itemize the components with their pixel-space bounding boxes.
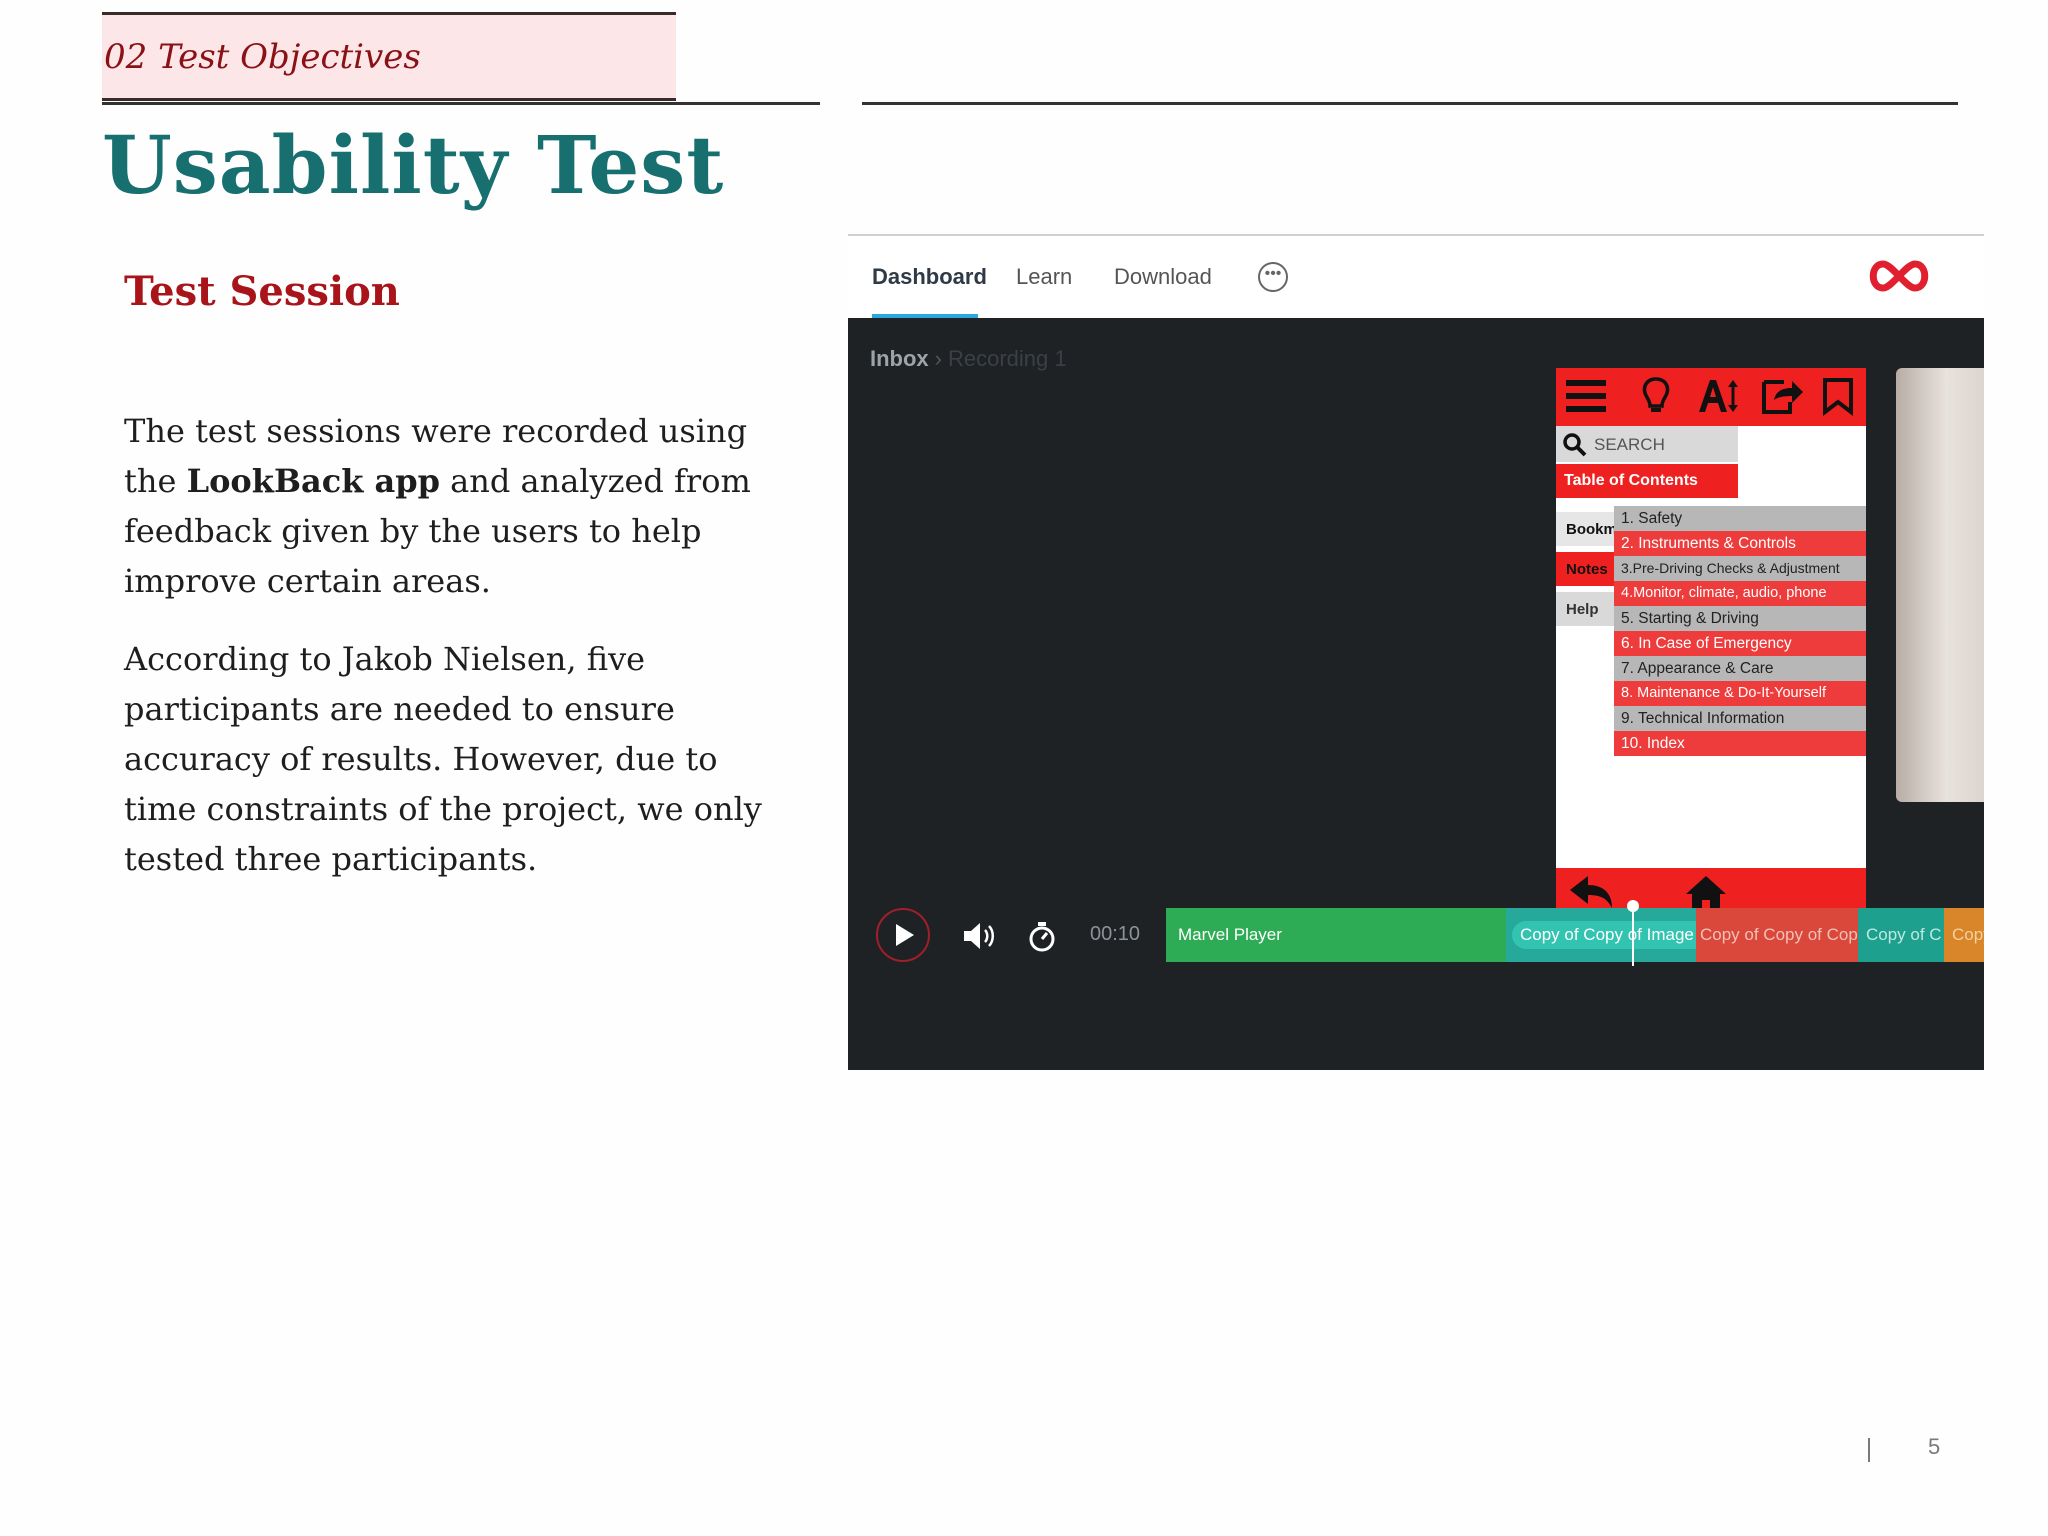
search-input[interactable]: SEARCH: [1556, 426, 1738, 462]
play-icon: [896, 924, 914, 946]
list-item[interactable]: 1. Safety: [1614, 506, 1866, 531]
back-arrow-icon[interactable]: [1566, 874, 1616, 910]
divider: [102, 102, 820, 105]
lookback-screenshot: Dashboard Learn Download ••• Inbox › Recor…: [848, 234, 1984, 1070]
side-tab-notes[interactable]: Notes: [1556, 552, 1614, 586]
top-nav: Dashboard Learn Download •••: [848, 236, 1984, 318]
list-item[interactable]: 5. Starting & Driving: [1614, 606, 1866, 631]
phone-mockup: SEARCH Table of Contents Bookmarks Notes…: [1556, 368, 1866, 916]
tab-dashboard[interactable]: Dashboard: [872, 264, 987, 290]
side-tab-label: Notes: [1566, 561, 1608, 578]
divider: [1868, 1438, 1870, 1462]
list-item[interactable]: 9. Technical Information: [1614, 706, 1866, 731]
divider: [862, 102, 1958, 105]
paragraph-1: The test sessions were recorded using th…: [124, 406, 784, 606]
toc-menu: 1. Safety 2. Instruments & Controls 3.Pr…: [1614, 506, 1866, 756]
chevron-right-icon: ›: [934, 346, 942, 371]
lookback-logo-icon: [1869, 260, 1929, 292]
play-button[interactable]: [876, 908, 930, 962]
participant-camera-feed: [1896, 368, 1984, 802]
side-tab-help[interactable]: Help: [1556, 592, 1614, 626]
section-tab: 02 Test Objectives: [102, 12, 676, 98]
section-label: 02 Test Objectives: [104, 37, 421, 77]
playback-time: 00:10: [1090, 923, 1141, 945]
timeline-segment[interactable]: Copy of C: [1858, 908, 1944, 962]
playhead[interactable]: [1632, 904, 1634, 966]
list-item[interactable]: 2. Instruments & Controls: [1614, 531, 1866, 556]
timeline-segment[interactable]: Copy of Copy of Copy of C: [1696, 908, 1858, 962]
breadcrumb: Inbox › Recording 1: [870, 346, 1067, 372]
hamburger-menu-icon[interactable]: [1564, 376, 1608, 416]
phone-toolbar: [1556, 368, 1866, 426]
active-tab-indicator: [872, 314, 978, 318]
share-icon[interactable]: [1760, 376, 1804, 416]
app-name: LookBack app: [186, 462, 440, 500]
side-tab-label: Bookmarks: [1566, 521, 1614, 538]
list-item[interactable]: 6. In Case of Emergency: [1614, 631, 1866, 656]
section-subtitle: Test Session: [124, 268, 400, 315]
volume-icon[interactable]: [960, 920, 1000, 952]
list-item[interactable]: 7. Appearance & Care: [1614, 656, 1866, 681]
more-options-icon[interactable]: •••: [1258, 262, 1288, 292]
text-size-icon[interactable]: [1696, 376, 1740, 416]
timer-icon[interactable]: [1026, 920, 1058, 954]
search-placeholder: SEARCH: [1594, 435, 1665, 454]
divider: [102, 98, 676, 101]
body-text: The test sessions were recorded using th…: [124, 406, 784, 912]
search-icon: [1563, 433, 1587, 457]
breadcrumb-inbox[interactable]: Inbox: [870, 346, 929, 371]
tab-learn[interactable]: Learn: [1016, 264, 1072, 290]
breadcrumb-recording: Recording 1: [948, 346, 1067, 371]
playhead-handle[interactable]: [1627, 900, 1639, 912]
list-item[interactable]: 4.Monitor, climate, audio, phone: [1614, 581, 1866, 606]
tab-download[interactable]: Download: [1114, 264, 1212, 290]
side-tab-label: Help: [1566, 601, 1599, 618]
timeline-segment[interactable]: Copy of C: [1944, 908, 1984, 962]
page-number: 5: [1928, 1434, 1941, 1459]
page-title: Usability Test: [102, 118, 725, 212]
toc-label: Table of Contents: [1564, 472, 1698, 489]
list-item[interactable]: 3.Pre-Driving Checks & Adjustment: [1614, 556, 1866, 581]
table-of-contents-header[interactable]: Table of Contents: [1556, 464, 1738, 498]
home-icon[interactable]: [1684, 874, 1728, 912]
timeline-segment[interactable]: Marvel Player: [1166, 908, 1506, 962]
side-tab-bookmarks[interactable]: Bookmarks: [1556, 512, 1614, 546]
list-item[interactable]: 8. Maintenance & Do-It-Yourself: [1614, 681, 1866, 706]
lightbulb-icon[interactable]: [1640, 376, 1672, 416]
timeline[interactable]: Marvel Player Copy of Copy of Image 1.pn…: [1166, 900, 1984, 966]
bookmark-icon[interactable]: [1820, 376, 1856, 416]
list-item[interactable]: 10. Index: [1614, 731, 1866, 756]
paragraph-2: According to Jakob Nielsen, five partici…: [124, 640, 762, 878]
